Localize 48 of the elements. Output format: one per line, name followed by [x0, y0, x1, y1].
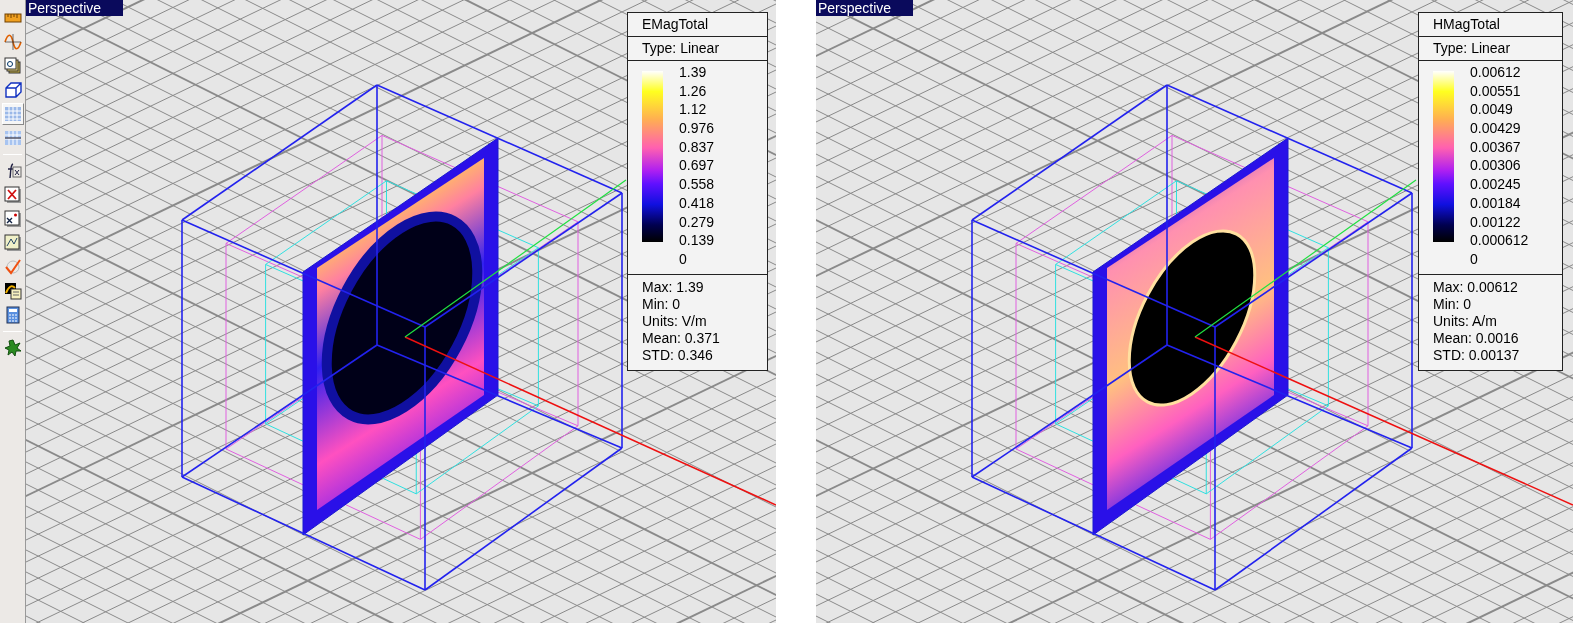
stat-line: Max: 0.00612 [1433, 279, 1519, 296]
scale-value: 0.418 [679, 194, 715, 212]
viewport[interactable]: Perspective HMagTotal Type: Linear 0.00612 0.00551 0.0049 0.00429 0.00367 0.00306 0.00245 0.00184 0.00122 0.000612 0 Max: 0.00612 Min: 0 Units: A/m Mean: 0.0016 STD: 0.00137 [816, 0, 1573, 623]
scale-value: 0.00429 [1470, 120, 1522, 138]
stat-line: Max: 1.39 [642, 279, 705, 296]
viewport[interactable]: Perspective EMagTotal Type: Linear 1.39 1.26 1.12 0.976 0.837 0.697 0.558 0.418 0.279 0.139 0 Max: 1.39 Min: 0 Units: V/m Mean: 0.371 STD: 0.346 [26, 0, 776, 623]
scale-value: 0.00551 [1470, 82, 1522, 100]
chart-document-icon[interactable] [2, 232, 24, 254]
scale-value: 0.00612 [1470, 64, 1522, 81]
stat-line: Min: 0 [642, 296, 682, 313]
scale-value: 0.279 [679, 213, 715, 231]
view-label: Perspective [26, 0, 124, 16]
scale-type-label: Type: Linear [642, 40, 720, 56]
stat-line: Mean: 0.371 [642, 330, 721, 347]
stacked-pages-icon[interactable] [2, 55, 24, 77]
legend-title: HMagTotal [1433, 16, 1500, 32]
scale-value: 0.00306 [1470, 157, 1522, 175]
scale-value: 0.000612 [1470, 232, 1529, 250]
variable-icon[interactable] [2, 184, 24, 206]
exponent-icon[interactable] [2, 208, 24, 230]
stat-line: Units: V/m [642, 313, 708, 330]
scale-value: 0.00367 [1470, 138, 1522, 156]
scale-value: 0.976 [679, 120, 715, 138]
scale-value: 0.00184 [1470, 194, 1522, 212]
sine-wave-icon[interactable] [2, 31, 24, 53]
scale-value: 0.139 [679, 232, 715, 250]
stat-line: Min: 0 [1433, 296, 1473, 313]
scale-value: 1.39 [679, 64, 708, 81]
box-icon[interactable] [2, 79, 24, 101]
view-label: Perspective [816, 0, 914, 16]
scale-value: 0.697 [679, 157, 715, 175]
scale-value: 0.00245 [1470, 176, 1522, 194]
scale-value: 0.558 [679, 176, 715, 194]
scale-value: 0 [679, 250, 688, 268]
scale-value: 0.00122 [1470, 213, 1522, 231]
scale-value: 0 [1470, 250, 1479, 268]
starburst-icon[interactable] [2, 337, 24, 359]
plot-document-icon[interactable] [2, 280, 24, 302]
stat-line: Units: A/m [1433, 313, 1498, 330]
stat-line: Mean: 0.0016 [1433, 330, 1520, 347]
scale-value: 1.26 [679, 82, 708, 100]
stat-line: STD: 0.346 [642, 347, 714, 364]
stat-line: STD: 0.00137 [1433, 347, 1521, 364]
scale-value: 1.12 [679, 101, 708, 119]
scale-value: 0.837 [679, 138, 715, 156]
scale-type-label: Type: Linear [1433, 40, 1511, 56]
legend-title: EMagTotal [642, 16, 709, 32]
scale-value: 0.0049 [1470, 101, 1514, 119]
